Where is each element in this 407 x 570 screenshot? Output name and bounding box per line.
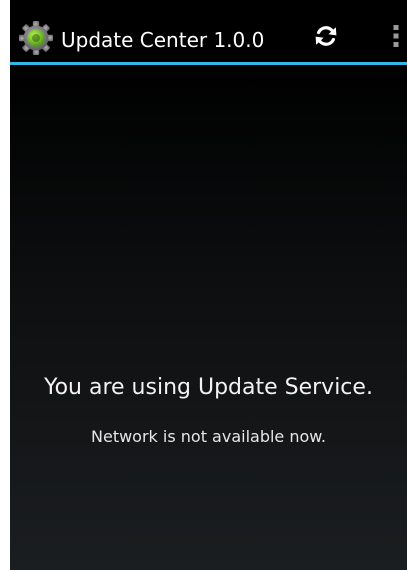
main-content: You are using Update Service. Network is… <box>10 65 407 570</box>
app-title: Update Center 1.0.0 <box>61 28 265 52</box>
overflow-menu-button[interactable] <box>384 18 407 58</box>
refresh-button[interactable] <box>302 18 350 58</box>
overflow-menu-icon <box>393 24 399 52</box>
app-screen: Update Center 1.0.0 You are using Update… <box>10 0 407 570</box>
action-bar: Update Center 1.0.0 <box>10 0 407 62</box>
network-status-message: Network is not available now. <box>91 427 326 446</box>
service-headline: You are using Update Service. <box>44 375 373 400</box>
refresh-icon <box>313 23 339 53</box>
gear-icon[interactable] <box>18 20 54 56</box>
